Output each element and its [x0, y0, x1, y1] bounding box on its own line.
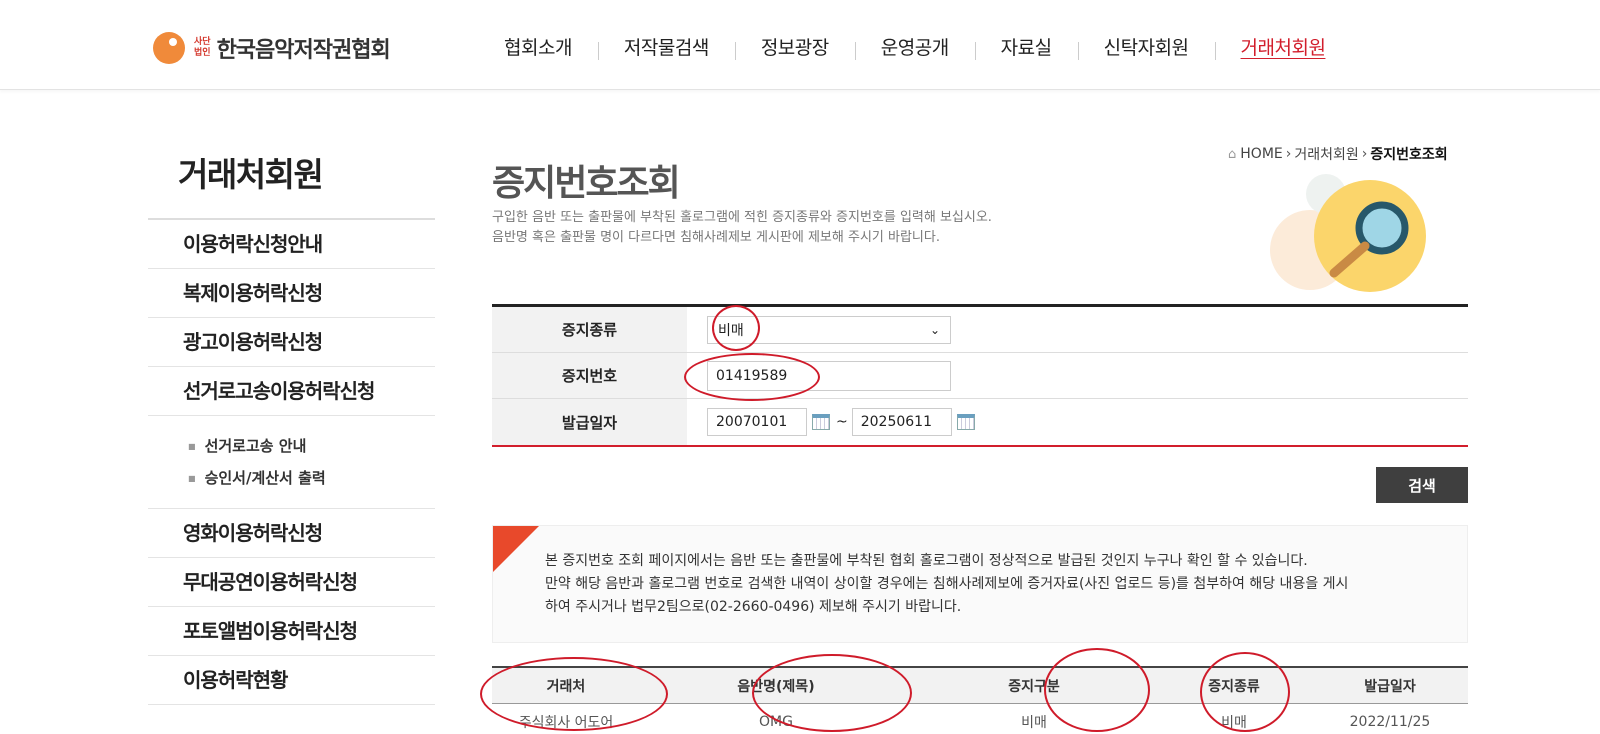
header-stamp-type: 증지종류 — [1208, 678, 1260, 695]
logo-text: 한국음악저작권협회 — [216, 38, 391, 63]
cell-album-title: OMG — [759, 714, 793, 730]
form-cell-number: 01419589 — [687, 353, 1468, 398]
nav-item-trust-member[interactable]: 신탁자회원 — [1077, 33, 1215, 60]
cell-stamp-type: 비매 — [1221, 715, 1247, 731]
header-issue-date: 발급일자 — [1364, 678, 1416, 695]
sidebar-item-ad-license[interactable]: 광고이용허락신청 — [148, 318, 435, 367]
result-header-row: 거래처 음반명(제목) 증지구분 증지종류 발급일자 — [492, 668, 1468, 704]
sidebar-item-license-status[interactable]: 이용허락현황 — [148, 656, 435, 705]
sidebar-title: 거래처회원 — [148, 148, 435, 220]
type-select-value: 비매 — [718, 322, 744, 339]
nav-item-info[interactable]: 정보광장 — [734, 33, 855, 60]
result-table: 거래처 음반명(제목) 증지구분 증지종류 발급일자 주식회사 어도어 OMG … — [492, 666, 1468, 734]
logo-small-line-1: 사단 — [194, 37, 211, 47]
main-nav: 협회소개 저작물검색 정보광장 운영공개 자료실 신탁자회원 거래처회원 — [478, 28, 1351, 64]
form-row-date: 발급일자 20070101 ~ 20250611 — [492, 399, 1468, 445]
sidebar-item-film-license[interactable]: 영화이용허락신청 — [148, 509, 435, 558]
type-label: 증지종류 — [492, 307, 687, 352]
sidebar-sub-election-guide[interactable]: 선거로고송 안내 — [188, 430, 435, 462]
nav-item-archive[interactable]: 자료실 — [974, 33, 1078, 60]
search-form: 증지종류 비매 ⌄ 증지번호 01419589 발급일자 20070101 ~ … — [492, 304, 1468, 447]
notice-line-3: 하여 주시거나 법무2팀으로(02-2660-0496) 제보해 주시기 바랍니… — [545, 599, 962, 615]
page-description-line-2: 음반명 혹은 출판물 명이 다르다면 침해사례제보 게시판에 제보해 주시기 바… — [492, 230, 940, 245]
header-album-title: 음반명(제목) — [737, 678, 815, 695]
number-label: 증지번호 — [492, 353, 687, 398]
date-label: 발급일자 — [492, 399, 687, 445]
cell-business: 주식회사 어도어 — [518, 715, 614, 731]
site-header: 사단 법인 한국음악저작권협회 협회소개 저작물검색 정보광장 운영공개 자료실… — [0, 0, 1600, 90]
site-logo[interactable]: 사단 법인 한국음악저작권협회 — [152, 30, 391, 66]
chevron-down-icon: ⌄ — [929, 322, 940, 337]
logo-mark-icon — [153, 32, 185, 64]
calendar-icon[interactable] — [812, 414, 830, 430]
date-separator: ~ — [836, 414, 848, 430]
sidebar-submenu: 선거로고송 안내 승인서/계산서 출력 — [148, 416, 435, 509]
sidebar-item-election-song-license[interactable]: 선거로고송이용허락신청 — [148, 367, 435, 416]
type-select[interactable]: 비매 ⌄ — [707, 315, 951, 344]
form-row-type: 증지종류 비매 ⌄ — [492, 307, 1468, 353]
nav-item-business-member[interactable]: 거래처회원 — [1214, 33, 1352, 60]
date-to-input[interactable]: 20250611 — [851, 408, 952, 436]
number-input[interactable]: 01419589 — [707, 360, 951, 391]
form-cell-date: 20070101 ~ 20250611 — [687, 399, 1468, 445]
date-from-input[interactable]: 20070101 — [707, 408, 807, 436]
form-row-number: 증지번호 01419589 — [492, 353, 1468, 399]
notice-line-2: 만약 해당 음반과 홀로그램 번호로 검색한 내역이 상이할 경우에는 침해사례… — [545, 576, 1349, 592]
notice-corner-decoration — [493, 526, 539, 572]
search-button[interactable]: 검색 — [1376, 467, 1468, 503]
sidebar-item-stage-license[interactable]: 무대공연이용허락신청 — [148, 558, 435, 607]
form-cell-type: 비매 ⌄ — [687, 307, 1468, 352]
magnifier-illustration-icon — [1270, 174, 1426, 292]
sidebar-sub-certificate-print[interactable]: 승인서/계산서 출력 — [188, 462, 435, 494]
calendar-icon[interactable] — [956, 414, 975, 430]
logo-small-line-2: 법인 — [194, 48, 211, 58]
notice-line-1: 본 증지번호 조회 페이지에서는 음반 또는 출판물에 부착된 협회 홀로그램이… — [545, 553, 1308, 569]
sidebar-item-license-guide[interactable]: 이용허락신청안내 — [148, 220, 435, 269]
page-title: 증지번호조회 — [492, 163, 681, 204]
sidebar: 거래처회원 이용허락신청안내 복제이용허락신청 광고이용허락신청 선거로고송이용… — [148, 148, 435, 705]
sidebar-item-reproduction-license[interactable]: 복제이용허락신청 — [148, 269, 435, 318]
nav-item-about[interactable]: 협회소개 — [478, 33, 598, 60]
home-icon: ⌂ — [1228, 146, 1237, 162]
sidebar-item-photo-album-license[interactable]: 포토앨범이용허락신청 — [148, 607, 435, 656]
nav-item-operation[interactable]: 운영공개 — [854, 33, 975, 60]
header-stamp-category: 증지구분 — [1008, 678, 1060, 695]
page-description: 구입한 음반 또는 출판물에 부착된 홀로그램에 적힌 증지종류와 증지번호를 … — [492, 208, 992, 248]
nav-item-work-search[interactable]: 저작물검색 — [597, 33, 735, 60]
sidebar-menu: 이용허락신청안내 복제이용허락신청 광고이용허락신청 선거로고송이용허락신청 선… — [148, 220, 435, 705]
table-row: 주식회사 어도어 OMG 비매 비매 2022/11/25 — [492, 704, 1468, 734]
cell-stamp-category: 비매 — [1021, 715, 1047, 731]
cell-issue-date: 2022/11/25 — [1349, 714, 1431, 730]
logo-small-text: 사단 법인 — [194, 37, 211, 59]
header-business: 거래처 — [546, 678, 586, 695]
page-description-line-1: 구입한 음반 또는 출판물에 부착된 홀로그램에 적힌 증지종류와 증지번호를 … — [492, 210, 992, 225]
notice-box: 본 증지번호 조회 페이지에서는 음반 또는 출판물에 부착된 협회 홀로그램이… — [492, 525, 1468, 643]
